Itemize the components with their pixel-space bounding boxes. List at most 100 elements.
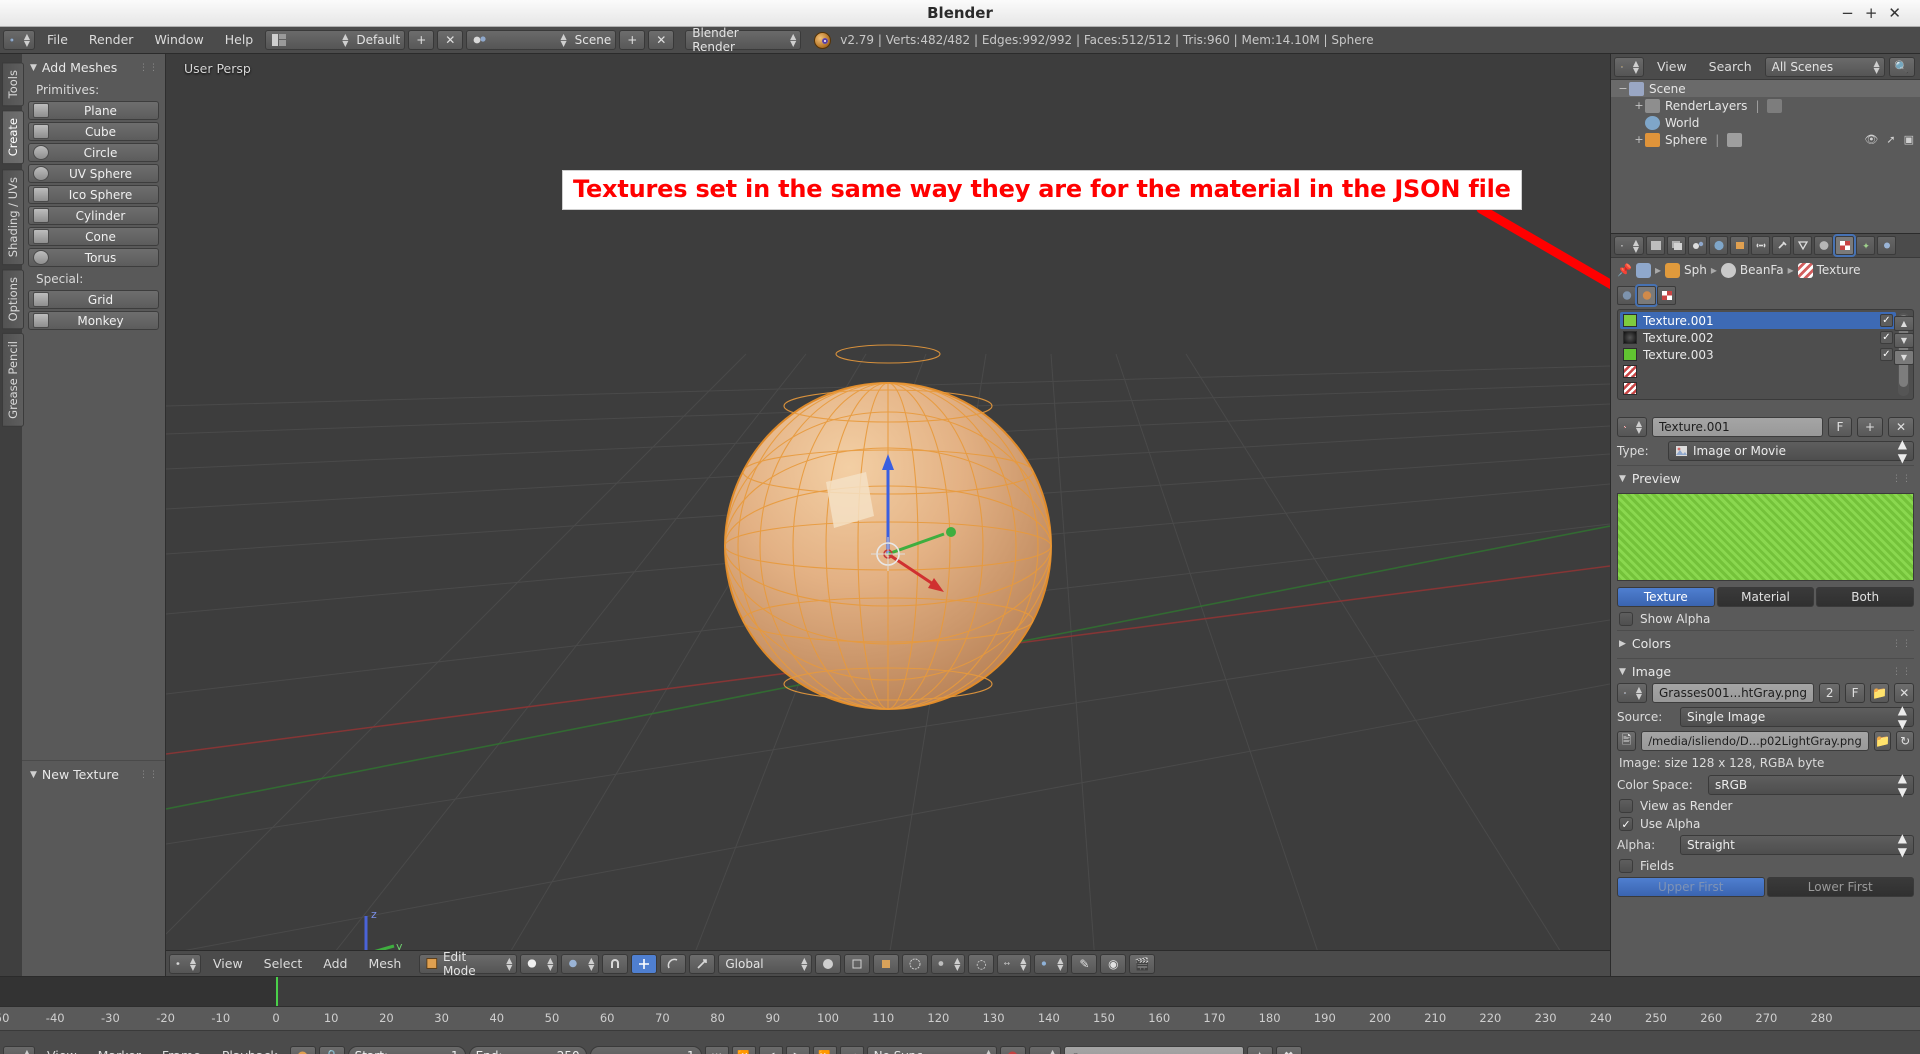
properties-tab-scene[interactable]: [1688, 236, 1707, 255]
edge-select-icon[interactable]: [873, 953, 900, 974]
properties-tab-render[interactable]: [1646, 236, 1665, 255]
properties-tab-world[interactable]: [1709, 236, 1728, 255]
limit-selection-visible-icon[interactable]: [815, 953, 842, 974]
camera-icon[interactable]: ▣: [1904, 133, 1914, 146]
color-space-selector[interactable]: sRGB ▲ ▼: [1708, 771, 1914, 799]
field-order-lower-first[interactable]: Lower First: [1766, 877, 1914, 897]
next-keyframe-button[interactable]: ⏩: [812, 1046, 837, 1054]
reload-image-icon[interactable]: ↻: [1896, 731, 1915, 751]
texture-breadcrumb-icon[interactable]: [1797, 262, 1813, 278]
proportional-edit-selector[interactable]: ▲ ▼: [931, 953, 966, 974]
expand-icon[interactable]: +: [1633, 133, 1645, 146]
breadcrumb-object[interactable]: Sph: [1684, 263, 1707, 277]
play-reverse-button[interactable]: ◀: [758, 1046, 783, 1054]
viewport-menu-select[interactable]: Select: [255, 954, 312, 974]
outliner-display-mode[interactable]: All Scenes ▲ ▼: [1764, 56, 1885, 77]
show-alpha-checkbox[interactable]: [1619, 612, 1633, 626]
close-button[interactable]: ✕: [1888, 4, 1912, 22]
fake-user-button[interactable]: F: [1828, 417, 1852, 437]
add-scene-button[interactable]: +: [619, 30, 646, 50]
3d-viewport[interactable]: z y User Persp (1) Sphere Textures set i…: [166, 54, 1610, 976]
timeline-strip[interactable]: [0, 977, 1920, 1007]
field-order-upper-first[interactable]: Upper First: [1617, 877, 1765, 897]
unlink-image-button[interactable]: ✕: [1894, 683, 1915, 703]
jump-to-start-button[interactable]: ⏮: [704, 1046, 729, 1054]
pivot-point-selector[interactable]: ▲ ▼: [561, 953, 600, 974]
image-path-field[interactable]: /media/isliendo/D...p02LightGray.png: [1641, 731, 1869, 751]
lock-icon[interactable]: 🔒: [318, 1046, 345, 1054]
outliner-menu-search[interactable]: Search: [1700, 57, 1761, 77]
delete-keyframe-button[interactable]: ✖: [1275, 1046, 1302, 1054]
record-button[interactable]: [999, 1046, 1026, 1054]
texture-datablock-browse-icon[interactable]: ▲ ▼: [1617, 417, 1647, 437]
image-section-header[interactable]: ▼ Image ⋮⋮: [1617, 658, 1914, 683]
preview-tab-texture[interactable]: Texture: [1617, 587, 1715, 607]
tool-plane[interactable]: Plane: [28, 101, 159, 120]
move-slot-down-button[interactable]: ▼: [1894, 333, 1914, 348]
uv-sync-selector[interactable]: ▲ ▼: [997, 953, 1032, 974]
breadcrumb-material[interactable]: BeanFa: [1740, 263, 1784, 277]
image-fake-user-button[interactable]: F: [1845, 683, 1865, 703]
add-screen-button[interactable]: +: [408, 30, 435, 50]
properties-tab-physics[interactable]: [1877, 236, 1896, 255]
outliner-row-renderlayers[interactable]: + RenderLayers |: [1611, 97, 1920, 114]
outliner-row-sphere[interactable]: + Sphere | 👁 ➚ ▣: [1611, 131, 1920, 148]
play-button[interactable]: ▶: [785, 1046, 810, 1054]
properties-tab-particles[interactable]: ✦: [1856, 236, 1875, 255]
collapse-icon[interactable]: −: [1617, 82, 1629, 95]
use-alpha-checkbox[interactable]: ✓: [1619, 817, 1633, 831]
brush-texture-context-button[interactable]: [1657, 286, 1676, 305]
image-users-count[interactable]: 2: [1819, 683, 1841, 703]
object-breadcrumb-icon[interactable]: [1664, 262, 1680, 278]
render-image-icon[interactable]: ◉: [1100, 953, 1127, 974]
texture-slot-row-empty[interactable]: [1620, 363, 1896, 380]
image-source-selector[interactable]: Single Image ▲ ▼: [1680, 703, 1914, 731]
timeline-editor-type-icon[interactable]: ▲▼: [3, 1046, 35, 1054]
expand-icon[interactable]: +: [1633, 99, 1645, 112]
texture-type-selector[interactable]: Image or Movie ▲ ▼: [1668, 437, 1914, 465]
breadcrumb-texture[interactable]: Texture: [1817, 263, 1861, 277]
jump-to-end-button[interactable]: ⏭: [839, 1046, 864, 1054]
slot-specials-button[interactable]: ▼: [1894, 350, 1914, 365]
preview-tab-material[interactable]: Material: [1716, 587, 1815, 607]
outliner-editor-type-icon[interactable]: ▲ ▼: [1614, 56, 1644, 77]
properties-tab-data[interactable]: [1793, 236, 1812, 255]
viewport-menu-add[interactable]: Add: [314, 954, 356, 974]
minimize-button[interactable]: −: [1841, 4, 1865, 22]
browse-file-icon[interactable]: 📁: [1873, 731, 1892, 751]
outliner-row-world[interactable]: World: [1611, 114, 1920, 131]
eye-icon[interactable]: 👁: [1864, 133, 1878, 146]
keying-set-icon[interactable]: ▲▼: [1028, 1046, 1061, 1054]
tool-grid[interactable]: Grid: [28, 290, 159, 309]
properties-tab-constraints[interactable]: [1751, 236, 1770, 255]
timeline-menu-playback[interactable]: Playback: [213, 1046, 287, 1054]
menu-file[interactable]: File: [38, 30, 77, 50]
previous-keyframe-button[interactable]: ⏪: [731, 1046, 756, 1054]
outliner-restrict-toggles[interactable]: 👁 ➚ ▣: [1864, 133, 1914, 146]
editor-type-icon[interactable]: ▲ ▼: [169, 953, 201, 974]
tab-shading-uvs[interactable]: Shading / UVs: [2, 168, 24, 265]
menu-window[interactable]: Window: [145, 30, 212, 50]
mesh-display-overlay-icon[interactable]: ◌: [968, 953, 995, 974]
sync-mode-selector[interactable]: No Sync ▲▼: [866, 1046, 997, 1054]
start-frame-field[interactable]: Start: 1: [347, 1046, 466, 1054]
pin-icon[interactable]: 📌: [1617, 263, 1632, 277]
texture-slot-row-empty[interactable]: [1620, 380, 1896, 397]
properties-tab-modifiers[interactable]: [1772, 236, 1791, 255]
properties-tab-render-layers[interactable]: [1667, 236, 1686, 255]
material-breadcrumb-icon[interactable]: [1720, 262, 1736, 278]
vertex-select-icon[interactable]: [844, 953, 871, 974]
preview-section-header[interactable]: ▼ Preview ⋮⋮: [1617, 465, 1914, 490]
add-meshes-panel-header[interactable]: ▼ Add Meshes ⋮⋮: [22, 54, 165, 79]
render-settings-selector[interactable]: ▲ ▼: [1034, 953, 1069, 974]
world-texture-context-button[interactable]: [1617, 286, 1636, 305]
tab-create[interactable]: Create: [2, 110, 24, 165]
view-as-render-row[interactable]: View as Render: [1619, 799, 1912, 813]
tool-ico-sphere[interactable]: Ico Sphere: [28, 185, 159, 204]
viewport-shading-selector[interactable]: ▲ ▼: [520, 953, 559, 974]
menu-render[interactable]: Render: [80, 30, 143, 50]
new-texture-panel-header[interactable]: ▼ New Texture ⋮⋮: [22, 761, 165, 786]
preview-tab-both[interactable]: Both: [1816, 587, 1915, 607]
transform-orientation-selector[interactable]: Global ▲ ▼: [718, 953, 813, 974]
view-as-render-checkbox[interactable]: [1619, 799, 1633, 813]
